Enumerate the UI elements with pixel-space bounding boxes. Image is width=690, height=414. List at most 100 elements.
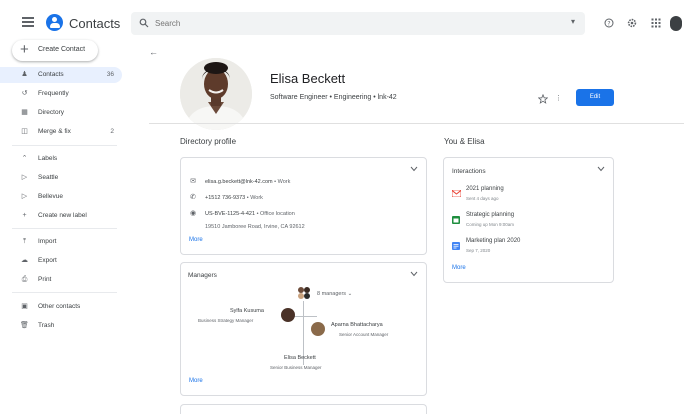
sidebar-item-label: Bellevue: [38, 193, 63, 200]
sidebar-item-label: Frequently: [38, 90, 69, 97]
main-menu-icon[interactable]: [22, 17, 34, 27]
domain-icon: ▦: [21, 109, 28, 116]
managers-count-chip[interactable]: 8 managers ⌄: [317, 291, 352, 297]
sidebar-item-frequently[interactable]: ↺ Frequently: [0, 86, 122, 102]
managers-count: 8 managers: [317, 291, 347, 297]
label-icon: ▷: [21, 174, 28, 181]
app-title: Contacts: [69, 16, 121, 31]
interaction-subtitle: Coming up Mon 9:00am: [466, 222, 515, 227]
avatar[interactable]: [311, 322, 325, 336]
search-input[interactable]: [155, 16, 535, 31]
managers-group-icon[interactable]: [296, 285, 312, 301]
plus-icon: +: [22, 212, 27, 219]
sidebar-item-label: Export: [38, 257, 57, 264]
top-bar: Contacts ▾ ?: [0, 0, 690, 44]
sidebar-divider: [12, 228, 117, 229]
gmail-icon: [452, 190, 461, 197]
sidebar-item-label: Trash: [38, 322, 55, 329]
sidebar-item-import[interactable]: ⤒ Import: [0, 234, 122, 250]
sidebar-divider: [12, 145, 117, 146]
print-icon: ⎙: [21, 276, 28, 283]
sidebar-item-label: Print: [38, 276, 52, 283]
manager-name[interactable]: Sylfa Kusuma: [230, 308, 264, 314]
settings-gear-icon[interactable]: [627, 18, 637, 28]
create-contact-label: Create Contact: [38, 46, 86, 53]
sidebar-item-label: Contacts: [38, 71, 64, 78]
edit-button[interactable]: Edit: [576, 89, 614, 106]
managers-heading: Managers: [188, 272, 217, 279]
sidebar-item-label: Seattle: [38, 174, 59, 181]
apps-grid-icon[interactable]: [651, 18, 661, 28]
you-and-contact-heading: You & Elisa: [444, 137, 485, 146]
calendar-icon: [452, 216, 460, 224]
managers-more-link[interactable]: More: [189, 378, 203, 384]
sidebar-item-contacts[interactable]: ♟ Contacts 36: [0, 67, 122, 83]
contact-photo: [180, 58, 252, 130]
location-type: • Office location: [255, 211, 295, 217]
header-divider: [149, 123, 684, 124]
docs-icon: [452, 242, 460, 250]
account-avatar[interactable]: [670, 16, 682, 31]
interaction-title: Strategic planning: [466, 212, 515, 218]
contacts-logo-icon: [46, 14, 63, 31]
manager-role: Business Strategy Manager: [198, 318, 254, 323]
other-contacts-icon: ▣: [21, 303, 28, 310]
search-bar[interactable]: ▾: [131, 12, 585, 35]
export-icon: ☁: [21, 257, 28, 264]
sidebar-item-merge-fix[interactable]: ◫ Merge & fix 2: [0, 124, 122, 140]
sidebar-item-directory[interactable]: ▦ Directory: [0, 105, 122, 121]
merge-count: 2: [110, 128, 114, 135]
star-icon[interactable]: [538, 94, 548, 104]
sidebar-divider: [12, 292, 117, 293]
interactions-card: Interactions 2021 planning Sent 4 days a…: [443, 157, 614, 283]
more-options-icon[interactable]: ⋮: [555, 94, 562, 104]
label-icon: ▷: [21, 193, 28, 200]
location-pin-icon: ◉: [189, 210, 197, 217]
sidebar-item-label: Create new label: [38, 212, 87, 219]
chevron-down-icon[interactable]: [410, 271, 418, 277]
email-value: elisa.g.beckett@lnk-42.com: [205, 179, 273, 185]
email-type: • Work: [272, 179, 291, 185]
labels-header[interactable]: ⌃ Labels: [0, 151, 122, 167]
import-icon: ⤒: [22, 238, 27, 245]
merge-icon: ◫: [21, 128, 28, 135]
sidebar-item-label-bellevue[interactable]: ▷ Bellevue: [0, 189, 122, 205]
trash-icon: 🗑: [20, 322, 29, 329]
svg-text:?: ?: [607, 20, 610, 27]
manager-role: Senior Account Manager: [339, 332, 389, 337]
manager-name[interactable]: Aparna Bhattacharya: [331, 322, 383, 328]
address-value: 19510 Jamboree Road, Irvine, CA 92612: [205, 224, 305, 230]
help-icon[interactable]: ?: [604, 18, 614, 28]
search-icon[interactable]: [139, 18, 149, 28]
location-value: US-BVE-1125-4-421: [205, 211, 256, 217]
self-name: Elisa Beckett: [284, 355, 316, 361]
sidebar-item-other-contacts[interactable]: ▣ Other contacts: [0, 299, 122, 315]
plus-icon: +: [20, 41, 29, 58]
sidebar-item-label: Merge & fix: [38, 128, 71, 135]
chevron-down-icon[interactable]: [410, 166, 418, 172]
sidebar-item-trash[interactable]: 🗑 Trash: [0, 318, 122, 334]
interactions-more-link[interactable]: More: [452, 265, 466, 271]
interactions-heading: Interactions: [452, 168, 486, 175]
directory-more-link[interactable]: More: [189, 237, 203, 243]
email-icon: ✉: [190, 178, 196, 185]
sidebar-item-label-seattle[interactable]: ▷ Seattle: [0, 170, 122, 186]
create-contact-button[interactable]: + Create Contact: [12, 40, 98, 61]
labels-header-label: Labels: [38, 155, 58, 162]
phone-value: +1512 736-9373: [205, 195, 246, 201]
directory-profile-card: ✉ elisa.g.beckett@lnk-42.com • Work ✆ +1…: [180, 157, 427, 255]
chevron-down-icon[interactable]: [597, 166, 605, 172]
interaction-title: Marketing plan 2020: [466, 238, 521, 244]
sidebar-item-export[interactable]: ☁ Export: [0, 253, 122, 269]
interaction-subtitle: Sent 4 days ago: [466, 196, 499, 201]
sidebar-item-print[interactable]: ⎙ Print: [0, 272, 122, 288]
next-card: [180, 404, 427, 414]
back-arrow-icon[interactable]: ←: [149, 47, 158, 57]
chevron-up-icon: ⌃: [21, 155, 28, 162]
contact-subtitle: Software Engineer • Engineering • lnk-42: [270, 94, 397, 101]
search-options-icon[interactable]: ▾: [571, 17, 575, 26]
interaction-subtitle: Sep 7, 2020: [466, 248, 491, 253]
sidebar-item-create-label[interactable]: + Create new label: [0, 208, 122, 224]
avatar[interactable]: [281, 308, 295, 322]
person-icon: ♟: [21, 71, 28, 78]
